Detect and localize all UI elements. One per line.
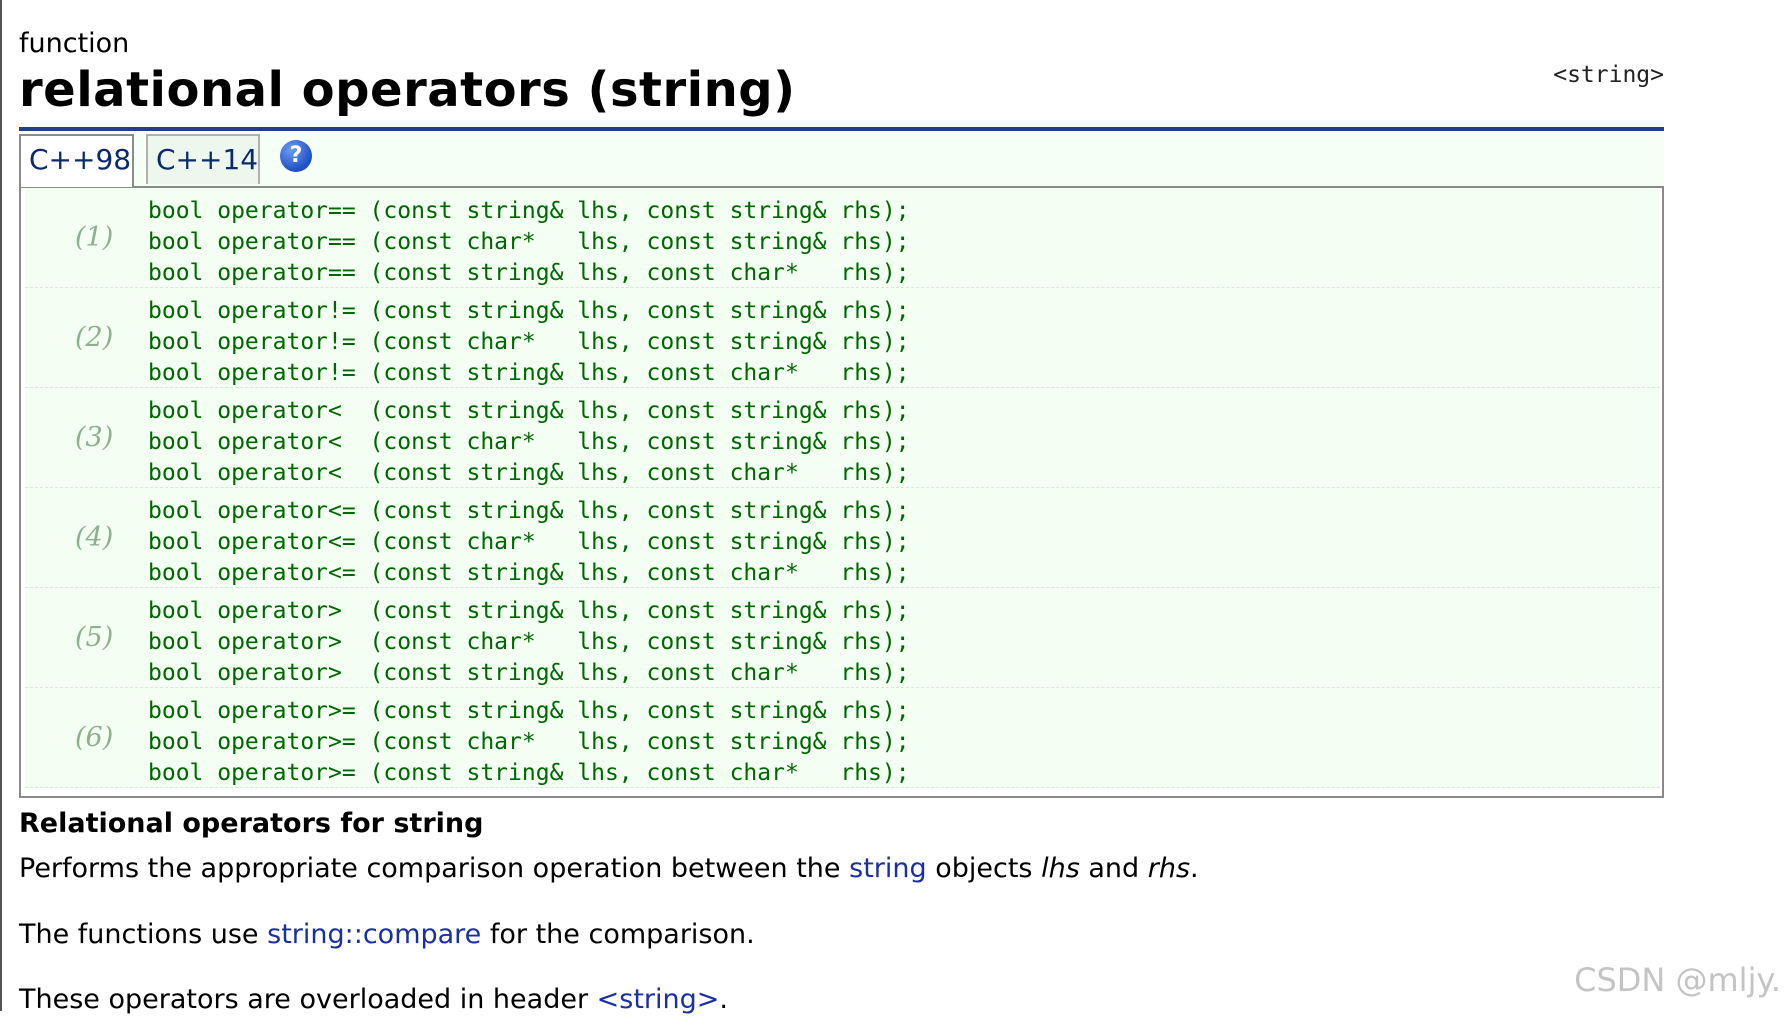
prototype-number: (5) (75, 588, 135, 687)
section-title: Relational operators for string (19, 807, 483, 841)
text-span: objects (927, 853, 1041, 884)
param-rhs: rhs (1148, 853, 1190, 884)
text-span: for the comparison. (481, 919, 754, 950)
prototype-line: bool operator< (const string& lhs, const… (148, 458, 910, 489)
prototype-line: bool operator== (const string& lhs, cons… (148, 258, 910, 289)
prototype-line: bool operator>= (const string& lhs, cons… (148, 758, 910, 789)
text-span: Performs the appropriate comparison oper… (19, 853, 849, 884)
prototype-number: (1) (75, 188, 135, 287)
standard-tabs: C++98 C++14 ? (19, 134, 1664, 187)
prototype-line: bool operator!= (const string& lhs, cons… (148, 296, 910, 327)
prototype-line: bool operator!= (const string& lhs, cons… (148, 358, 910, 389)
page-left-border (0, 0, 2, 1011)
compare-link[interactable]: string::compare (267, 919, 481, 950)
prototype-group: (2) bool operator!= (const string& lhs, … (25, 288, 1660, 388)
watermark: CSDN @mljy. (1574, 961, 1781, 999)
help-icon[interactable]: ? (280, 140, 312, 172)
prototype-group: (4) bool operator<= (const string& lhs, … (25, 488, 1660, 588)
prototype-number: (4) (75, 488, 135, 587)
prototype-line: bool operator!= (const char* lhs, const … (148, 327, 910, 358)
text-span: The functions use (19, 919, 267, 950)
prototype-line: bool operator<= (const char* lhs, const … (148, 527, 910, 558)
entity-kind: function (19, 27, 129, 61)
prototype-line: bool operator== (const string& lhs, cons… (148, 196, 910, 227)
prototype-line: bool operator< (const char* lhs, const s… (148, 427, 910, 458)
prototype-box: (1) bool operator== (const string& lhs, … (19, 186, 1664, 798)
header-link[interactable]: <string> (597, 984, 720, 1015)
text-span: . (1190, 853, 1199, 884)
prototype-line: bool operator> (const string& lhs, const… (148, 596, 910, 627)
prototype-line: bool operator<= (const string& lhs, cons… (148, 496, 910, 527)
prototype-group: (6) bool operator>= (const string& lhs, … (25, 688, 1660, 788)
prototype-line: bool operator> (const string& lhs, const… (148, 658, 910, 689)
tab-cpp98[interactable]: C++98 (19, 134, 134, 187)
description-paragraph: These operators are overloaded in header… (19, 983, 728, 1017)
prototype-number: (3) (75, 388, 135, 487)
prototype-number: (6) (75, 688, 135, 787)
prototype-number: (2) (75, 288, 135, 387)
prototype-line: bool operator< (const string& lhs, const… (148, 396, 910, 427)
text-span: These operators are overloaded in header (19, 984, 597, 1015)
header-tag: <string> (1553, 62, 1664, 88)
title-divider (19, 127, 1664, 131)
string-link[interactable]: string (849, 853, 927, 884)
param-lhs: lhs (1041, 853, 1080, 884)
prototype-group: (1) bool operator== (const string& lhs, … (25, 188, 1660, 288)
page-title: relational operators (string) (19, 60, 796, 120)
prototype-line: bool operator>= (const string& lhs, cons… (148, 696, 910, 727)
prototype-line: bool operator> (const char* lhs, const s… (148, 627, 910, 658)
tab-cpp14[interactable]: C++14 (146, 134, 260, 184)
prototype-group: (3) bool operator< (const string& lhs, c… (25, 388, 1660, 488)
prototype-line: bool operator<= (const string& lhs, cons… (148, 558, 910, 589)
prototype-line: bool operator== (const char* lhs, const … (148, 227, 910, 258)
text-span: and (1080, 853, 1148, 884)
description-paragraph: The functions use string::compare for th… (19, 918, 755, 952)
text-span: . (719, 984, 728, 1015)
prototype-group: (5) bool operator> (const string& lhs, c… (25, 588, 1660, 688)
prototype-line: bool operator>= (const char* lhs, const … (148, 727, 910, 758)
description-paragraph: Performs the appropriate comparison oper… (19, 852, 1199, 886)
